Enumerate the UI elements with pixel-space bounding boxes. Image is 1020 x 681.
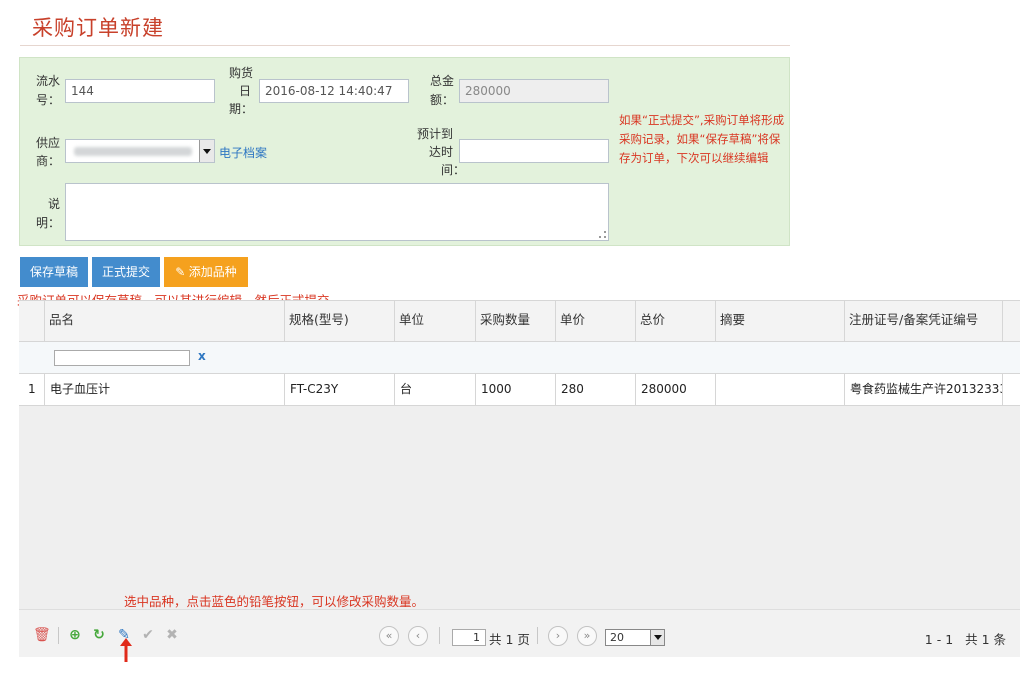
cell-spec: FT-C23Y [285,374,395,405]
header-index [19,301,45,342]
remark-label-line2: 明： [36,216,61,230]
arrival-label-line2: 达时 [429,145,454,159]
chevron-down-icon[interactable] [650,630,664,645]
last-page-button[interactable]: » [577,626,597,646]
pager-separator [537,627,538,644]
page-number-input[interactable]: 1 [452,629,486,646]
toolbar-separator [58,627,59,644]
filter-row: x [19,342,1020,374]
header-quantity[interactable]: 采购数量 [476,301,556,342]
cell-unit: 台 [395,374,476,405]
cancel-icon[interactable]: ✖ [164,627,180,643]
header-spec[interactable]: 规格(型号) [285,301,395,342]
total-label-line2: 额： [430,93,455,107]
supplier-label-line2: 商： [36,154,61,168]
cell-summary [716,374,845,405]
save-draft-button[interactable]: 保存草稿 [20,257,88,287]
supplier-label-line1: 供应 [36,136,61,150]
first-page-button[interactable]: « [379,626,399,646]
check-icon[interactable]: ✔ [140,627,156,643]
red-arrow-icon [120,638,132,662]
name-filter-input[interactable] [54,350,190,366]
cell-price: 280 [556,374,636,405]
pencil-icon: ✎ [175,265,186,279]
purchase-order-page: 采购订单新建 流水 号： 购货 日 期： 总金 额： 供应 商： 电子档案 预计… [0,0,1020,681]
prev-page-button[interactable]: ‹ [408,626,428,646]
total-pages-text: 共 1 页 [489,632,530,647]
serial-input[interactable] [65,79,215,103]
purchase-date-input[interactable] [259,79,409,103]
row-index: 1 [19,374,45,405]
range-text: 1 - 1 [924,632,954,647]
grid-header: 品名 规格(型号) 单位 采购数量 单价 总价 摘要 注册证号/备案凭证编号 [19,301,1020,342]
total-records-text: 共 1 条 [965,632,1006,647]
record-range: 1 - 1 共 1 条 [925,629,1006,648]
add-item-button[interactable]: ✎ 添加品种 [164,257,248,287]
arrival-label-line1: 预计到 [417,127,454,141]
arrival-label-line3: 间： [441,163,466,177]
items-grid: 品名 规格(型号) 单位 采购数量 单价 总价 摘要 注册证号/备案凭证编号 x… [19,300,1020,657]
total-amount-input [459,79,609,103]
page-size-select[interactable]: 20 [605,629,665,646]
purchase-date-label-line1: 购货 [229,66,254,80]
cell-total: 280000 [636,374,716,405]
cell-registration: 粤食药监械生产许20132333 [845,374,1003,405]
next-page-button[interactable]: › [548,626,568,646]
supplier-redacted-value [74,147,192,156]
serial-label-line1: 流水 [36,74,61,88]
edit-help-note: 选中品种，点击蓝色的铅笔按钮，可以修改采购数量。 [124,594,425,609]
header-price[interactable]: 单价 [556,301,636,342]
clear-filter-icon[interactable]: x [198,349,206,363]
refresh-icon[interactable]: ↻ [91,627,107,643]
purchase-date-label-line3: 期： [229,102,254,116]
total-label-line1: 总金 [430,74,455,88]
serial-label-line2: 号： [36,93,61,107]
cell-name: 电子血压计 [45,374,285,405]
page-title: 采购订单新建 [32,16,164,40]
table-row[interactable]: 1 电子血压计 FT-C23Y 台 1000 280 280000 粤食药监械生… [19,374,1020,406]
remark-label-line1: 说 [48,197,61,211]
header-name[interactable]: 品名 [45,301,285,342]
supplier-select[interactable] [65,139,215,163]
submit-help-note: 如果“正式提交”,采购订单将形成采购记录，如果“保存草稿”将保存为订单，下次可以… [619,113,785,165]
title-divider [20,45,790,46]
zoom-in-icon[interactable]: ⊕ [67,627,83,643]
header-total[interactable]: 总价 [636,301,716,342]
chevron-down-icon[interactable] [199,140,214,162]
e-archive-link[interactable]: 电子档案 [219,144,267,161]
header-summary[interactable]: 摘要 [716,301,845,342]
pager-separator [439,627,440,644]
header-unit[interactable]: 单位 [395,301,476,342]
page-size-value: 20 [610,631,624,644]
submit-button[interactable]: 正式提交 [92,257,160,287]
remark-textarea[interactable] [65,183,609,241]
resize-grip-icon[interactable] [599,231,606,238]
order-form-panel: 流水 号： 购货 日 期： 总金 额： 供应 商： 电子档案 预计到 达时 间：… [19,57,790,246]
header-registration[interactable]: 注册证号/备案凭证编号 [845,301,1003,342]
pager-toolbar: 🗑 ⊕ ↻ ✎ ✔ ✖ « ‹ 1 共 1 页 › » 20 1 - 1 共 1… [19,609,1020,657]
arrival-time-input[interactable] [459,139,609,163]
delete-icon[interactable]: 🗑 [33,627,51,643]
cell-quantity: 1000 [476,374,556,405]
purchase-date-label-line2: 日 [239,84,252,98]
add-item-label: 添加品种 [188,265,237,279]
